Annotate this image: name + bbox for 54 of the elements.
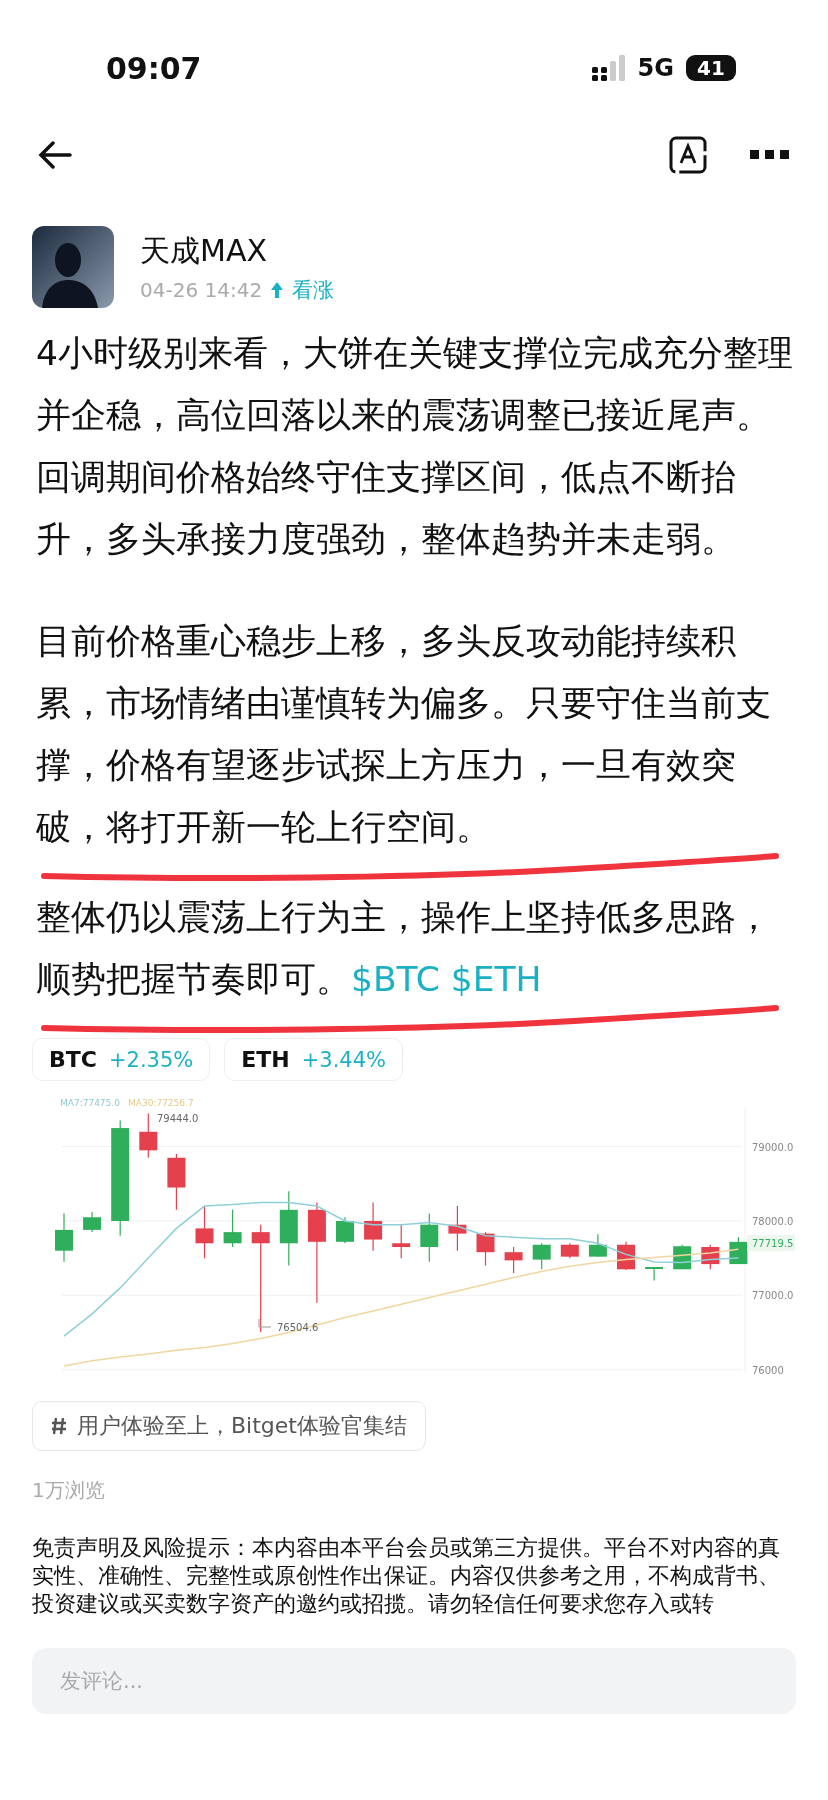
sentiment-tag: 看涨 [292, 275, 335, 304]
candlestick [392, 1224, 411, 1259]
coin-chip[interactable]: BTC +2.35% [32, 1038, 211, 1081]
leader-line [258, 1318, 272, 1328]
candlestick [645, 1266, 664, 1282]
post-paragraph: 整体仍以震荡上行为主，操作上坚持低多思路，顺势把握节奏即可。$BTC $ETH [36, 896, 772, 1001]
post-paragraph: 4小时级别来看，大饼在关键支撑位完成充分整理并企稳，高位回落以来的震荡调整已接近尾声。回调期间价格始终守住支撑区间，低点不断抬升，多头承接力度强劲，整体趋势并未走弱。 [36, 332, 794, 561]
coin-symbol: ETH [241, 1047, 290, 1072]
more-icon[interactable] [750, 150, 790, 160]
view-count: 1万浏览 [32, 1477, 106, 1504]
candlestick [420, 1212, 439, 1263]
topic-tag[interactable]: 用户体验至上，Bitget体验官集结 [32, 1401, 426, 1451]
candlestick [560, 1242, 579, 1259]
candlestick [588, 1233, 607, 1258]
up-arrow-icon [270, 280, 285, 299]
network-label: 5G [637, 54, 674, 82]
disclaimer-text: 免责声明及风险提示：本内容由本平台会员或第三方提供。平台不对内容的真实性、准确性、完整性或原创性作出保证。内容仅供参考之用，不构成背书、投资建议或买卖数字资产的邀约或招揽。请勿轻信任何要求您存入或转 [32, 1534, 781, 1618]
axis-label: 76000 [752, 1364, 784, 1376]
candlestick [223, 1209, 242, 1248]
candlestick [532, 1242, 551, 1270]
ma7-label: MA7:77475.0 [60, 1098, 120, 1108]
coin-chip[interactable]: ETH +3.44% [224, 1038, 403, 1081]
candlestick [701, 1244, 720, 1270]
candlestick [364, 1201, 383, 1252]
hashtag-icon [51, 1417, 67, 1435]
candlestick [195, 1205, 214, 1259]
axis-label: 78000.0 [752, 1215, 794, 1227]
comment-field[interactable]: 发评论... [32, 1648, 796, 1714]
candlestick [55, 1212, 73, 1263]
candlestick [139, 1113, 158, 1159]
avatar[interactable] [32, 226, 114, 308]
battery-level: 41 [686, 55, 736, 81]
status-time: 09:07 [106, 50, 202, 86]
candlestick [504, 1246, 523, 1274]
back-icon[interactable] [38, 141, 72, 169]
candlestick [167, 1153, 186, 1211]
candlestick [476, 1231, 495, 1267]
candlestick [448, 1205, 467, 1252]
translate-icon[interactable] [668, 135, 708, 175]
ma30-label: MA30:77256.7 [128, 1098, 194, 1108]
post-paragraph: 目前价格重心稳步上移，多头反攻动能持续积累，市场情绪由谨慎转为偏多。只要守住当前支撑，价格有望逐步试探上方压力，一旦有效突破，将打开新一轮上行空间。 [36, 620, 772, 849]
last-price-label: 77719.5 [752, 1238, 794, 1249]
coin-change: +2.35% [108, 1048, 194, 1072]
post-time: 04-26 14:42 [140, 277, 263, 302]
axis-label: 79000.0 [752, 1141, 794, 1153]
candlestick [729, 1236, 748, 1265]
coin-change: +3.44% [301, 1048, 386, 1072]
candlestick [83, 1211, 102, 1233]
signal-icon [591, 55, 626, 81]
coin-symbol: BTC [49, 1047, 97, 1072]
axis-label: 77000.0 [752, 1290, 794, 1302]
high-price-label: 79444.0 [157, 1113, 199, 1124]
author-name[interactable]: 天成MAX [140, 230, 335, 272]
topic-text: 用户体验至上，Bitget体验官集结 [77, 1412, 407, 1440]
